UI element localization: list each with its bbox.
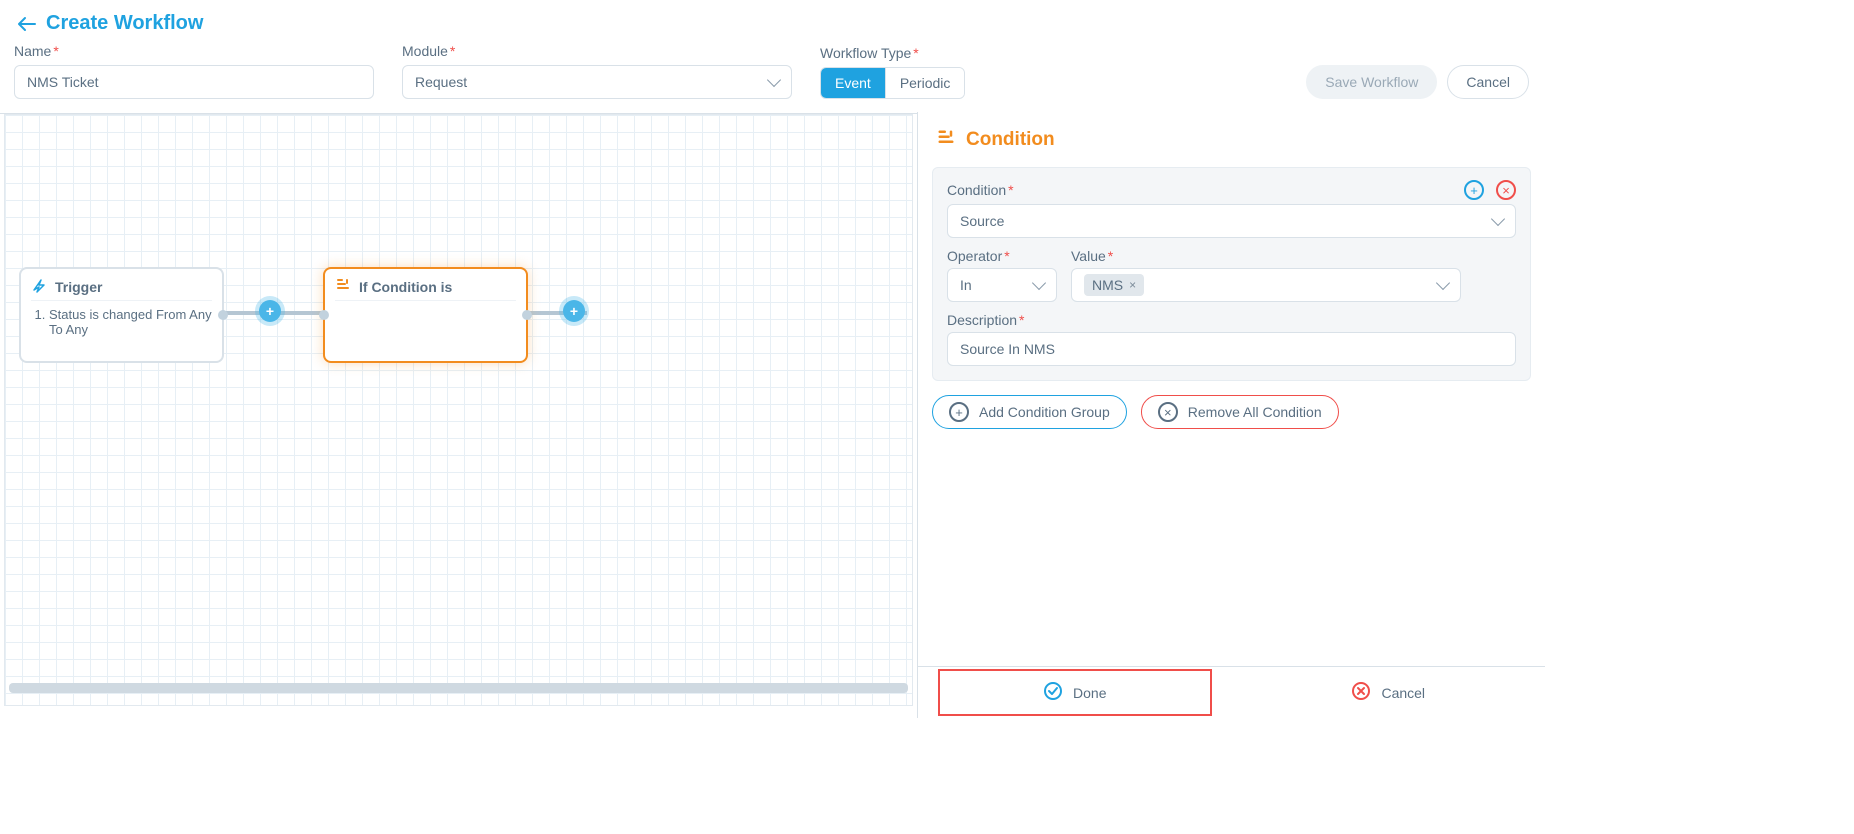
- workflow-type-toggle: Event Periodic: [820, 67, 965, 99]
- plus-circle-icon: +: [949, 402, 969, 422]
- condition-field-select[interactable]: Source: [947, 204, 1516, 238]
- operator-select[interactable]: In: [947, 268, 1057, 302]
- description-input[interactable]: Source In NMS: [947, 332, 1516, 366]
- condition-node-title: If Condition is: [359, 279, 452, 295]
- add-condition-group-button[interactable]: + Add Condition Group: [932, 395, 1127, 429]
- connector-dot[interactable]: [522, 310, 532, 320]
- condition-group: Condition* + × Source Operator* In: [932, 167, 1531, 381]
- condition-panel: Condition Condition* + × Source Operato: [917, 112, 1545, 718]
- workflow-type-periodic[interactable]: Periodic: [885, 68, 965, 98]
- add-condition-icon[interactable]: +: [1464, 180, 1484, 200]
- x-circle-icon: [1351, 681, 1371, 704]
- value-tag: NMS ×: [1084, 274, 1144, 296]
- remove-tag-icon[interactable]: ×: [1129, 278, 1136, 292]
- value-label: Value: [1071, 248, 1106, 264]
- add-node-button[interactable]: +: [259, 300, 281, 322]
- done-button[interactable]: Done: [918, 667, 1232, 718]
- value-multiselect[interactable]: NMS ×: [1071, 268, 1461, 302]
- cancel-button[interactable]: Cancel: [1447, 65, 1529, 99]
- trigger-item: Status is changed From Any To Any: [49, 307, 212, 337]
- name-input[interactable]: NMS Ticket: [14, 65, 374, 99]
- chevron-down-icon: [1032, 276, 1046, 290]
- workflow-type-event[interactable]: Event: [821, 68, 885, 98]
- panel-title: Condition: [966, 129, 1055, 151]
- connector-dot[interactable]: [319, 310, 329, 320]
- connector-dot[interactable]: [218, 310, 228, 320]
- remove-condition-icon[interactable]: ×: [1496, 180, 1516, 200]
- condition-node[interactable]: If Condition is: [323, 267, 528, 363]
- description-label: Description: [947, 312, 1017, 328]
- canvas-scrollbar[interactable]: [9, 683, 908, 693]
- add-node-button[interactable]: +: [563, 300, 585, 322]
- remove-all-condition-button[interactable]: × Remove All Condition: [1141, 395, 1339, 429]
- module-label: Module*: [402, 43, 792, 59]
- trigger-node-title: Trigger: [55, 279, 102, 295]
- save-workflow-button[interactable]: Save Workflow: [1306, 65, 1437, 99]
- workflow-canvas[interactable]: + + Trigger Status is changed From Any T…: [4, 114, 913, 706]
- x-circle-icon: ×: [1158, 402, 1178, 422]
- chevron-down-icon: [767, 73, 781, 87]
- module-select[interactable]: Request: [402, 65, 792, 99]
- condition-icon: [936, 128, 956, 151]
- back-arrow-icon[interactable]: [16, 14, 36, 34]
- trigger-node[interactable]: Trigger Status is changed From Any To An…: [19, 267, 224, 363]
- check-circle-icon: [1043, 681, 1063, 704]
- panel-cancel-button[interactable]: Cancel: [1232, 667, 1546, 718]
- condition-icon: [335, 277, 351, 296]
- page-title: Create Workflow: [46, 12, 203, 35]
- chevron-down-icon: [1491, 212, 1505, 226]
- name-label: Name*: [14, 43, 374, 59]
- operator-label: Operator: [947, 248, 1002, 264]
- condition-field-label: Condition: [947, 182, 1006, 198]
- sparkle-icon: [31, 277, 47, 296]
- chevron-down-icon: [1436, 276, 1450, 290]
- workflow-type-label: Workflow Type*: [820, 45, 965, 61]
